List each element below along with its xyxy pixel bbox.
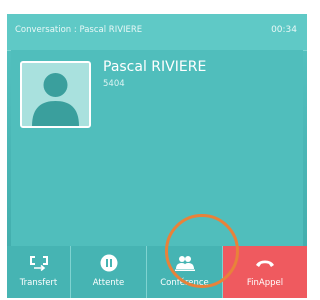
contact-name: Pascal RIVIERE (103, 59, 207, 75)
phone-screen: Conversation : Pascal RIVIERE 00:34 Pasc… (7, 14, 307, 298)
end-call-label: FinAppel (246, 278, 284, 288)
transfer-button[interactable]: Transfert (7, 246, 71, 298)
call-timer: 00:34 (271, 25, 297, 35)
conference-button[interactable]: Conférence (147, 246, 223, 298)
call-status-bar: Conversation : Pascal RIVIERE 00:34 (7, 14, 307, 51)
pause-icon (71, 253, 146, 273)
end-call-button[interactable]: FinAppel (223, 246, 307, 298)
transfer-icon (7, 253, 70, 273)
call-title: Conversation : Pascal RIVIERE (15, 25, 143, 35)
contact-card: Pascal RIVIERE 5404 (11, 50, 303, 247)
hold-button[interactable]: Attente (71, 246, 147, 298)
person-silhouette-icon (20, 61, 91, 128)
hang-up-icon (223, 253, 307, 273)
softkey-bar: Transfert Attente Conférence FinAppel (7, 246, 307, 298)
contact-number: 5404 (103, 79, 125, 89)
conference-icon (147, 253, 222, 273)
transfer-label: Transfert (19, 278, 58, 288)
hold-label: Attente (92, 278, 125, 288)
conference-label: Conférence (160, 278, 209, 288)
